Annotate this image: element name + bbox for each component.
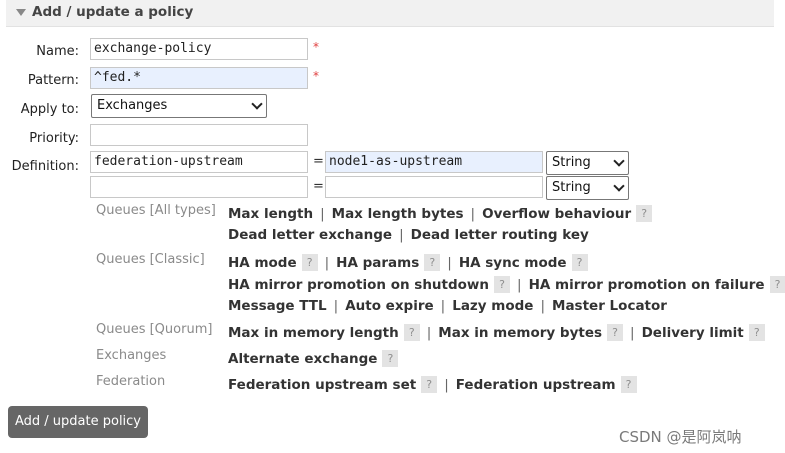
key-link-ha-params[interactable]: HA params [336,255,419,271]
key-link-ha-mode[interactable]: HA mode [228,255,297,271]
help-icon[interactable]: ? [769,276,785,293]
key-link-max-in-memory-bytes[interactable]: Max in memory bytes [438,325,602,341]
definition-label: Definition: [11,159,79,174]
name-required-mark: * [313,40,319,54]
help-icon[interactable]: ? [424,254,441,271]
keys-row: Max length | Max length bytes | Overflow beh… [228,205,653,222]
priority-label: Priority: [29,131,79,146]
help-icon[interactable]: ? [494,276,511,293]
keys-row: HA mode? | HA params? | HA sync mode? [228,254,588,271]
separator: | [444,377,449,393]
category-queues-quorum: Queues [Quorum] [96,322,213,337]
separator: | [320,206,325,222]
pattern-input[interactable]: ^fed.* [90,67,308,89]
help-icon[interactable]: ? [636,205,653,222]
key-link-auto-expire[interactable]: Auto expire [345,298,433,314]
definition-key-input[interactable] [90,176,308,198]
keys-row: Dead letter exchange | Dead letter routing… [228,227,589,243]
keys-row: Message TTL | Auto expire | Lazy mode | Master… [228,298,667,314]
definition-type-value: String [552,180,591,195]
category-queues-all: Queues [All types] [96,203,216,218]
key-link-max-length[interactable]: Max length [228,206,313,222]
keys-row: Alternate exchange? [228,350,399,367]
category-exchanges: Exchanges [96,348,167,363]
separator: | [440,298,446,314]
help-icon[interactable]: ? [403,324,420,341]
keys-row: Max in memory length? | Max in memory byte… [228,324,765,341]
key-link-federation-upstream[interactable]: Federation upstream [456,377,616,393]
key-link-overflow-behaviour[interactable]: Overflow behaviour [482,206,631,222]
name-input[interactable]: exchange-policy [90,38,308,60]
pattern-required-mark: * [313,69,319,83]
separator: | [324,255,330,271]
key-link-ha-sync-mode[interactable]: HA sync mode [459,255,567,271]
key-link-lazy-mode[interactable]: Lazy mode [452,298,533,314]
help-icon[interactable]: ? [748,324,765,341]
key-link-ha-mirror-promotion-on-shutdown[interactable]: HA mirror promotion on shutdown [228,277,489,293]
help-icon[interactable]: ? [382,350,399,367]
key-link-max-in-memory-length[interactable]: Max in memory length [228,325,399,341]
definition-equals: = [313,154,324,169]
definition-key-input[interactable]: federation-upstream [90,151,308,173]
separator: | [630,325,635,341]
key-link-dead-letter-routing-key[interactable]: Dead letter routing key [411,227,589,243]
key-link-delivery-limit[interactable]: Delivery limit [642,325,744,341]
key-link-master-locator[interactable]: Master Locator [552,298,667,314]
separator: | [333,298,339,314]
help-icon[interactable]: ? [620,376,637,393]
definition-equals: = [313,179,324,194]
key-link-alternate-exchange[interactable]: Alternate exchange [228,351,377,367]
section-header[interactable]: Add / update a policy [6,0,774,27]
separator: | [447,255,452,271]
definition-type-select[interactable]: String [546,176,629,200]
separator: | [540,298,546,314]
category-queues-classic: Queues [Classic] [96,252,205,267]
key-link-dead-letter-exchange[interactable]: Dead letter exchange [228,227,392,243]
chevron-down-icon [251,98,263,110]
help-icon[interactable]: ? [571,254,588,271]
pattern-label: Pattern: [27,73,79,88]
chevron-down-icon [613,180,625,192]
definition-type-select[interactable]: String [546,151,629,175]
key-link-max-length-bytes[interactable]: Max length bytes [332,206,464,222]
add-update-policy-button[interactable]: Add / update policy [8,406,148,438]
chevron-down-icon [613,155,625,167]
key-link-message-ttl[interactable]: Message TTL [228,298,327,314]
definition-type-value: String [552,155,591,170]
apply-to-label: Apply to: [20,102,79,117]
category-federation: Federation [96,374,166,389]
name-label: Name: [36,44,79,59]
separator: | [426,325,432,341]
collapse-triangle-icon[interactable] [16,9,26,16]
definition-value-input[interactable]: node1-as-upstream [325,151,543,173]
key-link-ha-mirror-promotion-on-failure[interactable]: HA mirror promotion on failure [529,277,765,293]
separator: | [399,227,404,243]
separator: | [470,206,476,222]
help-icon[interactable]: ? [607,324,624,341]
apply-to-select[interactable]: Exchanges [91,94,267,118]
priority-input[interactable] [90,124,308,146]
definition-value-input[interactable] [325,176,543,198]
help-icon[interactable]: ? [421,376,438,393]
watermark: CSDN @是阿岚呐 [619,428,742,446]
help-icon[interactable]: ? [301,254,318,271]
keys-row: HA mirror promotion on shutdown? | HA mirr… [228,276,785,293]
key-link-federation-upstream-set[interactable]: Federation upstream set [228,377,416,393]
separator: | [517,277,522,293]
section-title: Add / update a policy [32,4,194,20]
apply-to-selected-value: Exchanges [97,98,168,113]
keys-row: Federation upstream set? | Federation upst… [228,376,637,393]
